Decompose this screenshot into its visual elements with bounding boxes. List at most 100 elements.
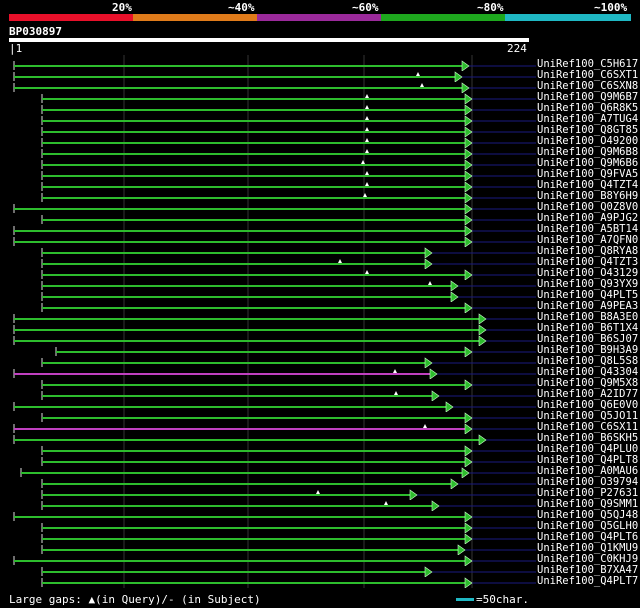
query-bar (9, 38, 529, 42)
gap-marker-icon (420, 83, 424, 87)
query-start-value: 1 (15, 42, 23, 55)
gap-marker-icon (365, 94, 369, 98)
hit-arrow (464, 225, 473, 236)
gap-marker-icon (384, 501, 388, 505)
hit-arrow (464, 214, 473, 225)
hit-arrow (464, 423, 473, 434)
hit-arrow (478, 335, 487, 346)
hit-arrow (464, 269, 473, 280)
hit-arrow (464, 456, 473, 467)
alignment-track (41, 566, 536, 577)
gap-marker-icon (365, 171, 369, 175)
scale-bar (456, 598, 474, 601)
alignment-track (41, 577, 536, 588)
hit-arrow (409, 489, 418, 500)
alignment-track (13, 225, 536, 236)
alignment-track (41, 390, 536, 401)
hit-arrow (464, 159, 473, 170)
alignment-track (41, 170, 536, 181)
alignment-track (41, 126, 536, 137)
hit-arrow (464, 170, 473, 181)
hit-arrow (464, 412, 473, 423)
query-end-label: 224 (507, 42, 527, 55)
hit-arrow (464, 522, 473, 533)
alignment-track (41, 302, 536, 313)
alignment-track (13, 82, 536, 93)
alignment-row[interactable]: UniRef100_Q4PLT7 (0, 576, 640, 588)
alignment-track (41, 192, 536, 203)
alignment-track (41, 379, 536, 390)
hit-arrow (464, 236, 473, 247)
alignment-track (13, 71, 536, 82)
percent-label-60: ~60% (352, 1, 379, 14)
query-id: BP030897 (9, 25, 62, 38)
legend-text: Large gaps: ▲(in Query)/- (in Subject) (9, 593, 261, 606)
identity-band-purple (257, 14, 381, 21)
alignment-track (41, 445, 536, 456)
hit-arrow (431, 500, 440, 511)
hit-arrow (464, 346, 473, 357)
hit-arrow (464, 302, 473, 313)
identity-band-orange (133, 14, 257, 21)
query-start-label: |1 (9, 42, 23, 55)
gap-marker-icon (365, 127, 369, 131)
hit-arrow (464, 137, 473, 148)
alignment-track (41, 115, 536, 126)
hit-arrow (424, 357, 433, 368)
gap-marker-icon (393, 369, 397, 373)
alignment-track (41, 269, 536, 280)
hit-arrow (431, 390, 440, 401)
hit-label[interactable]: UniRef100_Q4PLT7 (537, 576, 638, 587)
hit-arrow (424, 566, 433, 577)
alignment-track (41, 280, 536, 291)
alignment-track (41, 456, 536, 467)
hit-arrow (478, 313, 487, 324)
hit-arrow (464, 126, 473, 137)
hit-arrow (445, 401, 454, 412)
hit-arrow (464, 445, 473, 456)
alignment-track (20, 467, 536, 478)
alignment-track (41, 500, 536, 511)
hit-arrow (424, 247, 433, 258)
hit-arrow (478, 324, 487, 335)
gap-marker-icon (363, 193, 367, 197)
hit-arrow (464, 555, 473, 566)
hit-arrow (450, 280, 459, 291)
percent-label-20: 20% (112, 1, 132, 14)
alignment-track (41, 533, 536, 544)
gap-marker-icon (423, 424, 427, 428)
alignment-track (13, 401, 536, 412)
alignment-track (13, 368, 536, 379)
alignment-track (41, 412, 536, 423)
hit-arrow (429, 368, 438, 379)
hit-arrow (464, 115, 473, 126)
hit-arrow (464, 533, 473, 544)
alignment-track (41, 93, 536, 104)
hit-arrow (464, 203, 473, 214)
percent-label-100: ~100% (594, 1, 628, 14)
hit-arrow (424, 258, 433, 269)
alignment-track (13, 313, 536, 324)
alignment-track (13, 434, 536, 445)
alignment-track (41, 181, 536, 192)
hit-arrow (457, 544, 466, 555)
hit-arrow (464, 192, 473, 203)
gap-marker-icon (365, 149, 369, 153)
alignment-track (41, 291, 536, 302)
alignment-track (13, 511, 536, 522)
hit-arrow (464, 93, 473, 104)
alignment-track (41, 148, 536, 159)
alignment-track (41, 489, 536, 500)
gap-marker-icon (365, 105, 369, 109)
alignment-track (41, 357, 536, 368)
gap-marker-icon (416, 72, 420, 76)
alignment-track (41, 159, 536, 170)
alignment-track (13, 324, 536, 335)
alignment-track (41, 522, 536, 533)
gap-marker-icon (316, 490, 320, 494)
gap-marker-icon (361, 160, 365, 164)
hit-arrow (464, 511, 473, 522)
gap-marker-icon (338, 259, 342, 263)
alignment-track (13, 555, 536, 566)
alignment-track (41, 544, 536, 555)
